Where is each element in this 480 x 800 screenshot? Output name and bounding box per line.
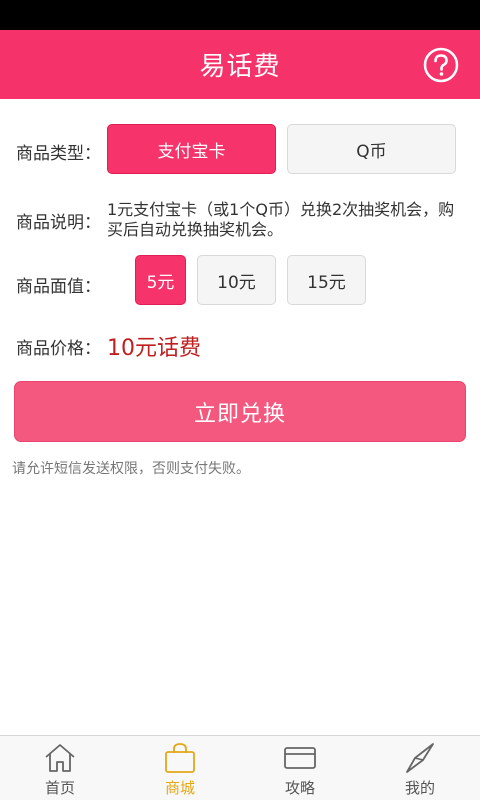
bottom-tab-bar: 首页 商城 攻略 我的 xyxy=(0,735,480,800)
product-type-label: 商品类型： xyxy=(16,144,101,164)
home-icon xyxy=(45,744,75,772)
compass-icon xyxy=(406,743,434,773)
tab-mall-label: 商城 xyxy=(164,779,195,797)
product-desc-label: 商品说明： xyxy=(16,213,101,233)
tab-guide[interactable]: 攻略 xyxy=(240,736,360,800)
tab-guide-label: 攻略 xyxy=(284,779,315,797)
status-bar xyxy=(0,0,480,30)
question-circle-icon[interactable] xyxy=(423,47,459,83)
tab-mine-label: 我的 xyxy=(404,779,435,797)
app-header: 易话费 xyxy=(0,30,480,99)
product-desc-row: 商品说明： 1元支付宝卡（或1个Q币）兑换2次抽奖机会，购买后自动兑换抽奖机会。 xyxy=(16,200,466,244)
value-option-10[interactable]: 10元 xyxy=(197,255,276,305)
type-option-alipay-card[interactable]: 支付宝卡 xyxy=(107,124,276,174)
tab-mine[interactable]: 我的 xyxy=(360,736,480,800)
page-title: 易话费 xyxy=(199,52,281,82)
tab-home[interactable]: 首页 xyxy=(0,736,120,800)
shopping-bag-icon xyxy=(165,743,195,773)
product-price-row: 商品价格： 10元话费 xyxy=(16,334,466,364)
value-option-15[interactable]: 15元 xyxy=(287,255,366,305)
tab-home-label: 首页 xyxy=(44,779,75,797)
product-value-label: 商品面值： xyxy=(16,277,101,297)
type-option-qcoin[interactable]: Q币 xyxy=(287,124,456,174)
card-icon xyxy=(284,747,316,769)
sms-permission-notice: 请允许短信发送权限，否则支付失败。 xyxy=(12,461,250,477)
product-price-value: 10元话费 xyxy=(107,336,201,361)
product-price-label: 商品价格： xyxy=(16,339,101,359)
product-value-row: 商品面值： 5元 10元 15元 xyxy=(16,255,466,305)
tab-mall[interactable]: 商城 xyxy=(120,736,240,800)
product-type-row: 商品类型： 支付宝卡 Q币 xyxy=(16,124,466,174)
product-desc-text: 1元支付宝卡（或1个Q币）兑换2次抽奖机会，购买后自动兑换抽奖机会。 xyxy=(107,200,455,239)
redeem-now-button[interactable]: 立即兑换 xyxy=(14,381,466,442)
value-option-5[interactable]: 5元 xyxy=(135,255,186,305)
